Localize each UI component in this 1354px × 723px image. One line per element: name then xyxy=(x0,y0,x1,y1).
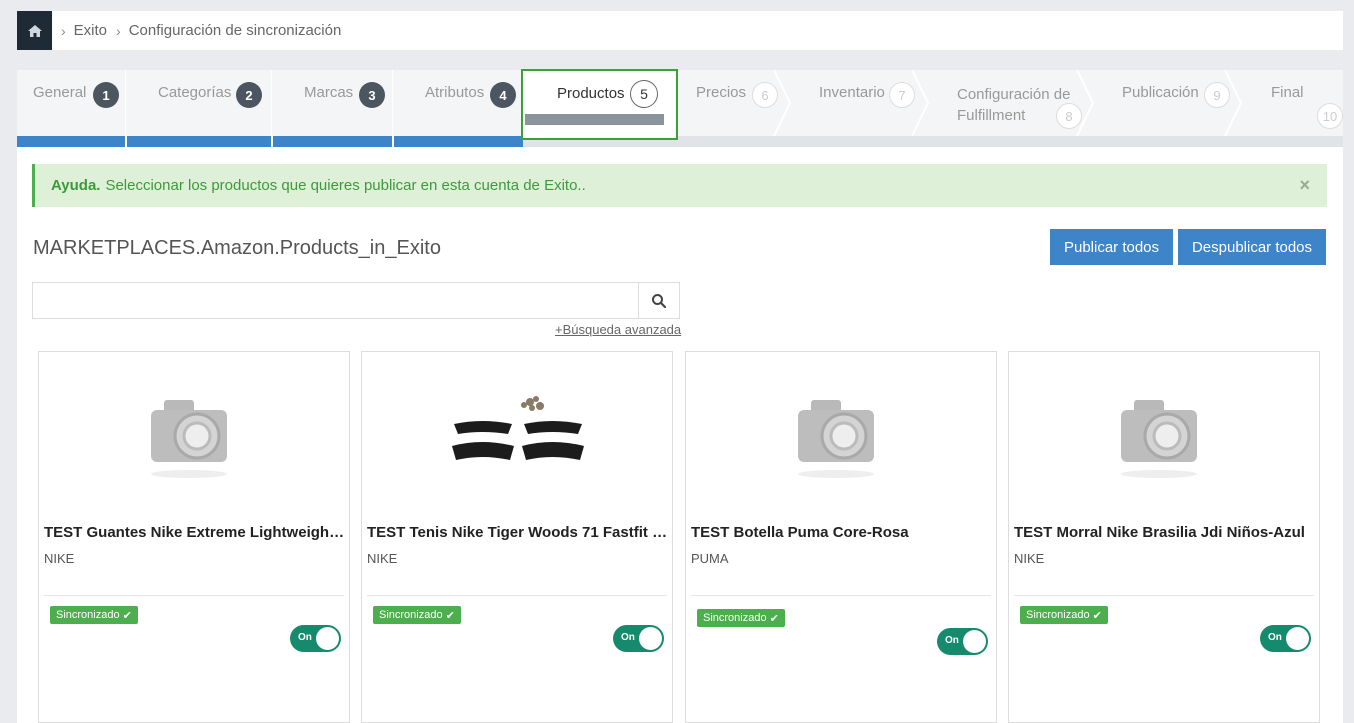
step-atributos[interactable]: Atributos 4 xyxy=(393,70,521,136)
step-label: Inventario xyxy=(819,84,885,101)
step-label: Marcas xyxy=(304,84,354,101)
camera-placeholder-image xyxy=(39,382,349,492)
step-number: 1 xyxy=(93,82,119,108)
product-brand: NIKE xyxy=(1014,551,1045,566)
step-productos-active[interactable]: Productos 5 xyxy=(521,69,678,140)
step-label: Atributos xyxy=(425,84,485,101)
publish-toggle[interactable]: On xyxy=(937,628,988,655)
product-card[interactable]: TEST Botella Puma Core-Rosa PUMA Sincron… xyxy=(685,351,997,723)
camera-placeholder-image xyxy=(686,382,996,492)
product-brand: NIKE xyxy=(44,551,75,566)
search-button[interactable] xyxy=(638,283,679,318)
status-badge: Sincronizado ✔ xyxy=(373,606,461,624)
page-title: MARKETPLACES.Amazon.Products_in_Exito xyxy=(33,237,441,259)
product-name[interactable]: TEST Tenis Nike Tiger Woods 71 Fastfit G… xyxy=(367,524,669,541)
advanced-search-link[interactable]: +Búsqueda avanzada xyxy=(555,322,681,337)
camera-icon xyxy=(1121,400,1197,478)
step-number: 3 xyxy=(359,82,385,108)
step-number: 5 xyxy=(630,80,658,108)
status-badge: Sincronizado ✔ xyxy=(50,606,138,624)
step-separator xyxy=(1224,70,1243,136)
status-badge: Sincronizado ✔ xyxy=(697,609,785,627)
unpublish-all-button[interactable]: Despublicar todos xyxy=(1178,229,1326,265)
step-inventario[interactable]: Inventario 7 xyxy=(786,70,924,136)
alert-text: Seleccionar los productos que quieres pu… xyxy=(105,177,586,194)
step-separator xyxy=(911,70,930,136)
step-separator xyxy=(1076,70,1095,136)
step-general[interactable]: General 1 xyxy=(17,70,125,136)
product-photo xyxy=(452,396,584,460)
step-label: Productos xyxy=(557,85,625,102)
close-icon[interactable]: × xyxy=(1299,175,1310,196)
chevron-right-icon: › xyxy=(61,22,66,39)
step-label: Categorías xyxy=(158,84,232,101)
step-label: Precios xyxy=(696,84,747,101)
product-brand: PUMA xyxy=(691,551,729,566)
step-number: 2 xyxy=(236,82,262,108)
camera-icon xyxy=(798,400,874,478)
chevron-right-icon: › xyxy=(116,22,121,39)
step-precios[interactable]: Precios 6 xyxy=(678,70,786,136)
step-publicacion[interactable]: Publicación 9 xyxy=(1089,70,1237,136)
publish-all-button[interactable]: Publicar todos xyxy=(1050,229,1173,265)
step-marcas[interactable]: Marcas 3 xyxy=(272,70,392,136)
camera-icon xyxy=(151,400,227,478)
alert-strong: Ayuda. xyxy=(51,177,101,194)
breadcrumb-item-exito[interactable]: Exito xyxy=(74,22,107,39)
publish-toggle[interactable]: On xyxy=(613,625,664,652)
publish-toggle[interactable]: On xyxy=(290,625,341,652)
product-name[interactable]: TEST Guantes Nike Extreme Lightweight Ne… xyxy=(44,524,346,541)
publish-toggle[interactable]: On xyxy=(1260,625,1311,652)
status-badge: Sincronizado ✔ xyxy=(1020,606,1108,624)
step-fulfillment[interactable]: Configuración de Fulfillment 8 xyxy=(924,70,1089,136)
wizard-steps: General 1 Categorías 2 Marcas 3 Atributo… xyxy=(17,69,1343,147)
search-icon xyxy=(652,293,666,308)
product-brand: NIKE xyxy=(367,551,398,566)
home-icon xyxy=(27,24,42,37)
product-card[interactable]: TEST Tenis Nike Tiger Woods 71 Fastfit G… xyxy=(361,351,673,723)
search-input[interactable] xyxy=(33,283,633,318)
product-card[interactable]: TEST Morral Nike Brasilia Jdi Niños-Azul… xyxy=(1008,351,1320,723)
home-button[interactable] xyxy=(17,11,52,50)
product-name[interactable]: TEST Morral Nike Brasilia Jdi Niños-Azul xyxy=(1014,524,1316,541)
product-name[interactable]: TEST Botella Puma Core-Rosa xyxy=(691,524,993,541)
breadcrumb: › Exito › Configuración de sincronizació… xyxy=(17,11,1343,50)
step-label: General xyxy=(33,84,87,101)
step-final[interactable]: Final 10 xyxy=(1237,70,1343,136)
product-card[interactable]: TEST Guantes Nike Extreme Lightweight Ne… xyxy=(38,351,350,723)
step-categorias[interactable]: Categorías 2 xyxy=(126,70,271,136)
search-box xyxy=(32,282,680,319)
step-number: 10 xyxy=(1317,103,1343,129)
step-separator xyxy=(773,70,792,136)
step-number: 4 xyxy=(490,82,516,108)
breadcrumb-item-current: Configuración de sincronización xyxy=(128,22,342,39)
help-alert: Ayuda. Seleccionar los productos que qui… xyxy=(32,164,1327,207)
wizard-progress-bar xyxy=(17,136,1343,147)
main-panel: Ayuda. Seleccionar los productos que qui… xyxy=(17,147,1343,723)
brake-pads-image xyxy=(362,382,672,492)
camera-placeholder-image xyxy=(1009,382,1319,492)
step-label: Publicación xyxy=(1122,84,1199,101)
step-label: Final xyxy=(1271,84,1304,101)
